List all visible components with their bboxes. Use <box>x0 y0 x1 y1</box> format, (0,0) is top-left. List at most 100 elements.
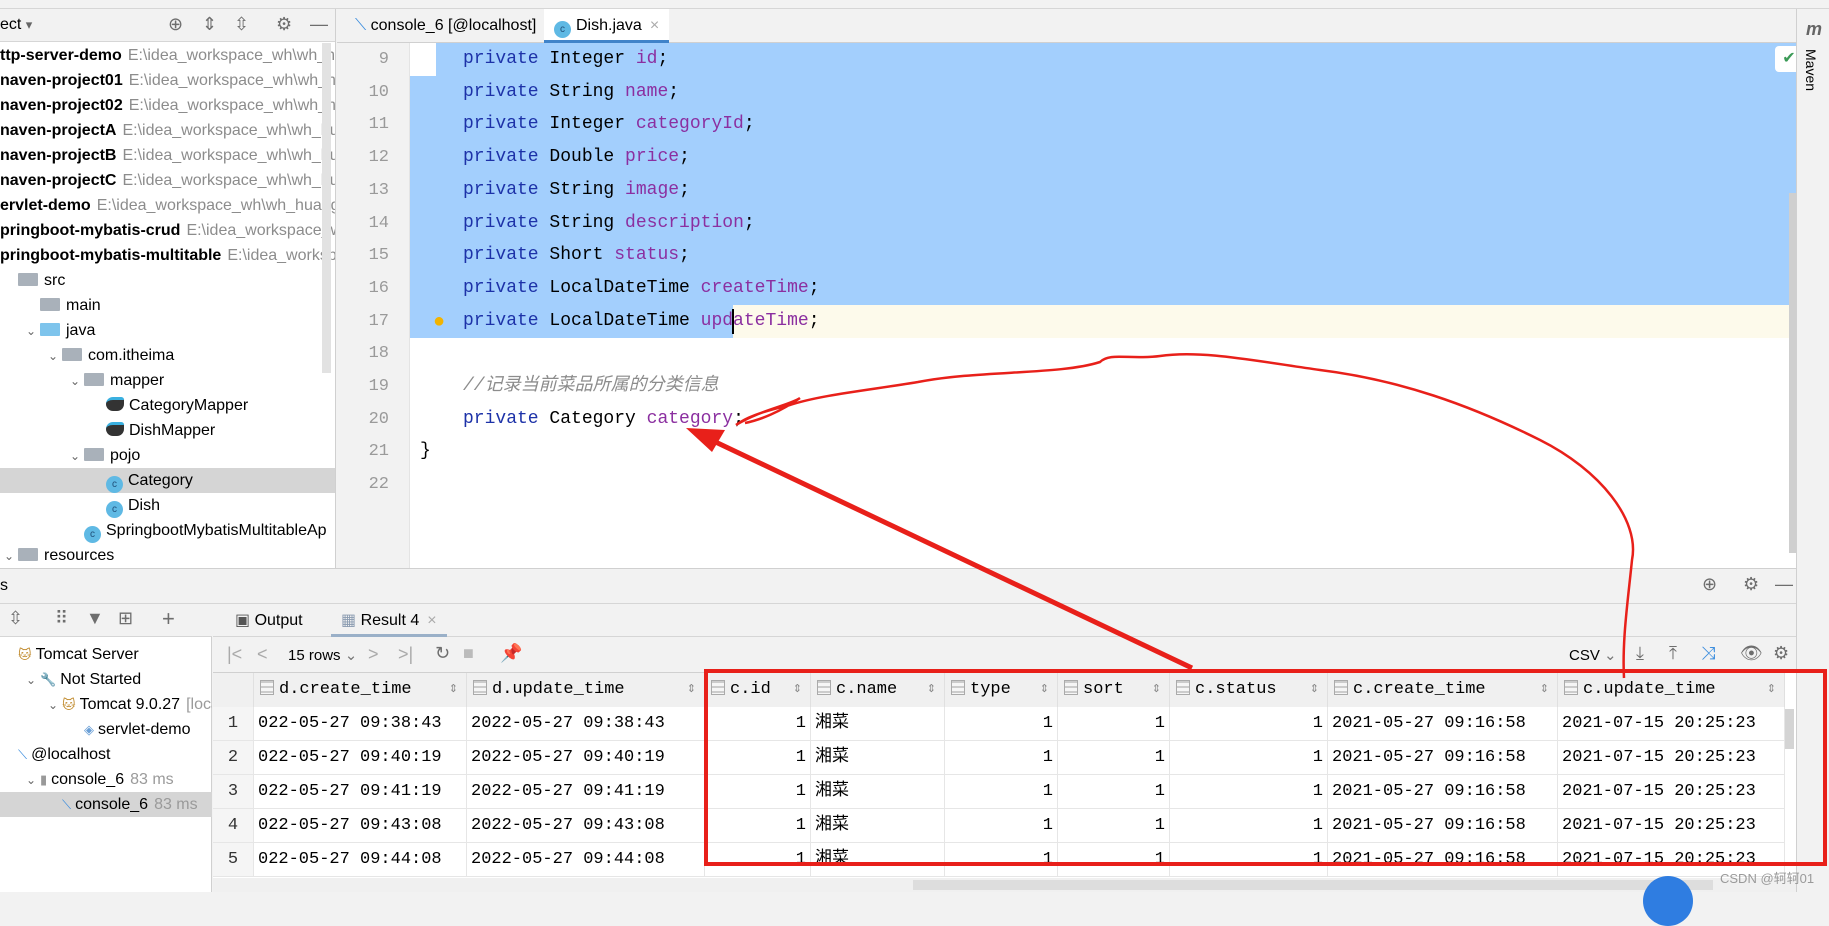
service-item[interactable]: ⌄ 🔧 Not Started <box>0 667 212 692</box>
row-number[interactable]: 1 <box>213 707 254 741</box>
code-editor[interactable]: 9 10 11 12 13 14 15 16 17 18 19 20 21 22 private Inte… <box>337 43 1796 568</box>
tree-item[interactable]: ⌄ com.itheima <box>0 343 335 368</box>
table-cell[interactable]: 022-05-27 09:44:08 <box>254 843 467 877</box>
horizontal-scrollbar[interactable] <box>213 878 1796 892</box>
eye-icon[interactable]: 👁 <box>1740 643 1763 664</box>
next-page-icon[interactable]: > <box>368 644 379 665</box>
row-number[interactable]: 5 <box>213 843 254 877</box>
table-cell[interactable]: 1 <box>1170 707 1328 741</box>
code-line[interactable]: private LocalDateTime createTime; <box>463 272 820 305</box>
tab-dish-java[interactable]: c Dish.java × <box>544 9 670 43</box>
service-item[interactable]: ⟍ console_6 83 ms <box>0 792 212 817</box>
sort-icon[interactable]: ⇕ <box>1040 673 1049 707</box>
table-cell[interactable]: 2022-05-27 09:41:19 <box>467 775 705 809</box>
download-icon[interactable]: ⤓ <box>1636 643 1644 664</box>
sort-icon[interactable]: ⇕ <box>793 673 802 707</box>
code-line[interactable]: private Integer id; <box>463 43 668 76</box>
table-cell[interactable]: 1 <box>705 775 811 809</box>
locate-icon[interactable]: ⊕ <box>168 14 183 35</box>
table-cell[interactable]: 1 <box>1058 741 1170 775</box>
table-cell[interactable]: 2021-05-27 09:16:58 <box>1328 809 1558 843</box>
rows-selector[interactable]: 15 rows ⌄ <box>288 646 357 664</box>
sort-icon[interactable]: ⇕ <box>687 673 696 707</box>
service-item[interactable]: ⟍ @localhost <box>0 742 212 767</box>
tree-item[interactable]: c Category <box>0 468 335 493</box>
table-cell[interactable]: 1 <box>705 809 811 843</box>
row-number[interactable]: 2 <box>213 741 254 775</box>
first-page-icon[interactable]: |< <box>227 644 242 665</box>
group-icon[interactable]: ⠿ <box>55 608 68 629</box>
table-cell[interactable]: 1 <box>705 843 811 877</box>
add-service-icon[interactable]: ⊞ <box>118 608 133 629</box>
table-cell[interactable]: 2022-05-27 09:38:43 <box>467 707 705 741</box>
locate-icon[interactable]: ⊕ <box>1702 574 1717 595</box>
table-cell[interactable]: 1 <box>1058 707 1170 741</box>
table-cell[interactable]: 1 <box>1170 809 1328 843</box>
tree-item[interactable]: c Dish <box>0 493 335 518</box>
gear-icon[interactable]: ⚙ <box>1743 574 1759 595</box>
code-line[interactable]: private Category category; <box>463 403 744 436</box>
tree-item[interactable]: src <box>0 268 335 293</box>
table-cell[interactable]: 湘菜 <box>811 707 945 741</box>
tree-item[interactable]: naven-project01 E:\idea_workspace_wh\wh_h… <box>0 68 335 93</box>
row-number[interactable]: 3 <box>213 775 254 809</box>
tree-item[interactable]: pringboot-mybatis-multitable E:\idea_work… <box>0 243 335 268</box>
service-item[interactable]: 🐱 Tomcat Server <box>0 642 212 667</box>
column-header-type[interactable]: type ⇕ <box>945 673 1058 707</box>
table-cell[interactable]: 2022-05-27 09:43:08 <box>467 809 705 843</box>
column-header-c-name[interactable]: c.name ⇕ <box>811 673 945 707</box>
column-header-c-id[interactable]: c.id ⇕ <box>705 673 811 707</box>
table-cell[interactable]: 1 <box>945 809 1058 843</box>
sort-icon[interactable]: ⇕ <box>1540 673 1549 707</box>
code-line[interactable]: private LocalDateTime updateTime; <box>463 305 820 338</box>
code-line[interactable]: private String image; <box>463 174 690 207</box>
table-cell[interactable]: 2021-05-27 09:16:58 <box>1328 775 1558 809</box>
sort-icon[interactable]: ⇕ <box>1152 673 1161 707</box>
sort-icon[interactable]: ⇕ <box>1310 673 1319 707</box>
refresh-icon[interactable]: ↻ <box>435 643 450 664</box>
column-header-sort[interactable]: sort ⇕ <box>1058 673 1170 707</box>
close-icon[interactable]: × <box>427 612 436 629</box>
collapse-icon[interactable]: ⇳ <box>8 608 23 629</box>
pin-icon[interactable]: 📌 <box>500 643 522 664</box>
table-cell[interactable]: 湘菜 <box>811 809 945 843</box>
table-cell[interactable]: 湘菜 <box>811 775 945 809</box>
project-view-selector[interactable]: ect ▾ <box>0 16 32 34</box>
table-cell[interactable]: 2021-07-15 20:25:23 <box>1558 809 1785 843</box>
vertical-scrollbar[interactable] <box>1785 709 1794 749</box>
code-line[interactable]: private String description; <box>463 207 755 240</box>
tab-output[interactable]: ▣ Output <box>225 604 313 637</box>
tree-item[interactable]: ⌄ mapper <box>0 368 335 393</box>
column-header-d-update_time[interactable]: d.update_time ⇕ <box>467 673 705 707</box>
gear-icon[interactable]: ⚙ <box>1773 643 1789 664</box>
table-cell[interactable]: 1 <box>945 775 1058 809</box>
table-cell[interactable]: 湘菜 <box>811 741 945 775</box>
tree-item[interactable]: naven-projectA E:\idea_workspace_wh\wh_hu… <box>0 118 335 143</box>
table-cell[interactable]: 1 <box>1058 843 1170 877</box>
column-header-d-create_time[interactable]: d.create_time ⇕ <box>254 673 467 707</box>
row-number[interactable]: 4 <box>213 809 254 843</box>
lightbulb-icon[interactable]: ● <box>433 305 445 338</box>
table-cell[interactable]: 1 <box>1170 843 1328 877</box>
table-cell[interactable]: 1 <box>705 707 811 741</box>
table-cell[interactable]: 2021-07-15 20:25:23 <box>1558 775 1785 809</box>
tree-item[interactable]: naven-project02 E:\idea_workspace_wh\wh_h… <box>0 93 335 118</box>
column-header-c-create_time[interactable]: c.create_time ⇕ <box>1328 673 1558 707</box>
minimize-icon[interactable]: — <box>310 14 328 35</box>
upload-icon[interactable]: ⤒ <box>1669 643 1677 664</box>
table-cell[interactable]: 022-05-27 09:38:43 <box>254 707 467 741</box>
minimize-icon[interactable]: — <box>1775 574 1793 595</box>
table-cell[interactable]: 1 <box>1170 775 1328 809</box>
tree-item[interactable]: pringboot-mybatis-crud E:\idea_workspace_… <box>0 218 335 243</box>
gear-icon[interactable]: ⚙ <box>276 14 292 35</box>
column-header-row-number[interactable] <box>213 673 254 707</box>
code-line[interactable]: private Short status; <box>463 239 690 272</box>
tree-item[interactable]: ⌄ java <box>0 318 335 343</box>
table-cell[interactable]: 1 <box>1170 741 1328 775</box>
tree-item[interactable]: ⌄ pojo <box>0 443 335 468</box>
collapse-all-icon[interactable]: ⇳ <box>234 14 249 35</box>
table-cell[interactable]: 2021-05-27 09:16:58 <box>1328 707 1558 741</box>
table-cell[interactable]: 1 <box>1058 775 1170 809</box>
table-cell[interactable]: 湘菜 <box>811 843 945 877</box>
close-icon[interactable]: × <box>650 17 659 34</box>
